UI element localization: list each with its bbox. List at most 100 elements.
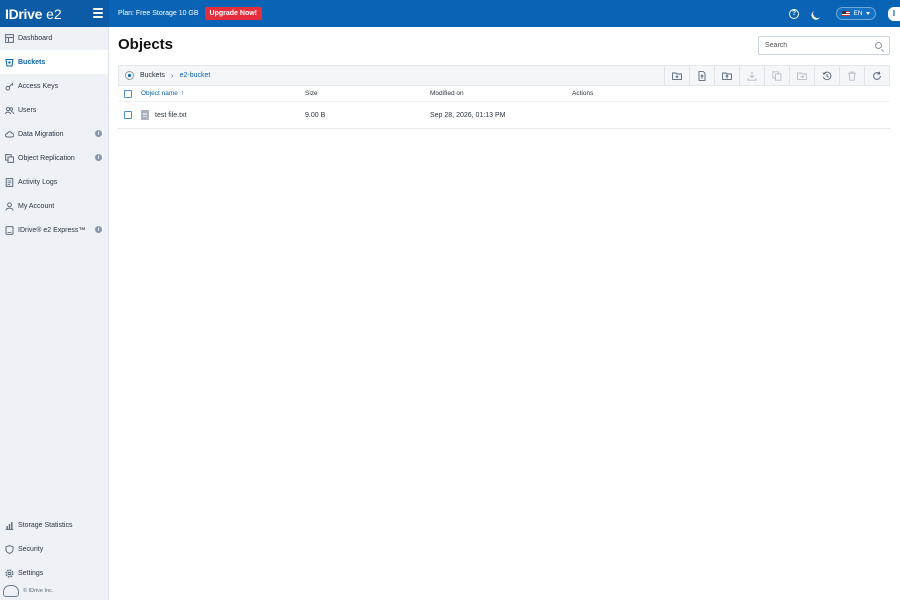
sidebar: Dashboard Buckets Access Keys Users Data… xyxy=(0,27,109,600)
sidebar-item-buckets[interactable]: Buckets xyxy=(0,50,108,74)
file-cell[interactable]: test file.txt xyxy=(141,110,187,120)
sidebar-item-access-keys[interactable]: Access Keys xyxy=(0,74,108,98)
sidebar-item-label: My Account xyxy=(18,202,55,210)
idrive-cloud-icon xyxy=(3,585,19,597)
dark-mode-icon[interactable] xyxy=(812,8,824,20)
sidebar-item-label: Data Migration xyxy=(18,130,64,138)
history-icon xyxy=(822,71,832,80)
download-icon xyxy=(747,71,757,81)
table-row[interactable]: test file.txt 9.00 B Sep 28, 2026, 01:13… xyxy=(118,102,890,129)
sidebar-item-label: Security xyxy=(18,545,44,553)
replication-icon xyxy=(5,153,14,163)
cloud-migration-icon xyxy=(5,130,14,139)
sidebar-item-label: Buckets xyxy=(18,58,46,66)
sidebar-item-label: Access Keys xyxy=(18,82,59,90)
column-size: Size xyxy=(305,90,318,97)
download-button[interactable] xyxy=(740,66,764,85)
logs-icon xyxy=(5,177,14,187)
sidebar-item-activity-logs[interactable]: Activity Logs xyxy=(0,170,108,194)
shield-icon xyxy=(5,544,14,554)
info-icon[interactable]: i xyxy=(95,226,102,233)
dashboard-icon xyxy=(5,33,14,43)
search-icon[interactable] xyxy=(875,42,882,49)
breadcrumb-buckets[interactable]: Buckets xyxy=(140,72,165,79)
sidebar-item-users[interactable]: Users xyxy=(0,98,108,122)
version-history-button[interactable] xyxy=(815,66,839,85)
upload-file-button[interactable] xyxy=(690,66,714,85)
top-bar: IDrive e2 Plan: Free Storage 10 GB Upgra… xyxy=(0,0,900,27)
delete-button[interactable] xyxy=(840,66,864,85)
sidebar-item-label: IDrive® e2 Express™ xyxy=(18,226,86,234)
page-title: Objects xyxy=(118,36,174,53)
gear-icon xyxy=(5,568,14,578)
sidebar-item-security[interactable]: Security xyxy=(0,537,108,561)
trash-icon xyxy=(848,71,856,81)
sidebar-item-label: Dashboard xyxy=(18,34,53,42)
copy-button[interactable] xyxy=(765,66,789,85)
avatar[interactable]: I xyxy=(888,6,900,21)
copy-icon xyxy=(772,70,782,81)
create-folder-button[interactable] xyxy=(665,66,689,85)
info-icon[interactable]: i xyxy=(95,130,102,137)
user-icon xyxy=(5,201,14,211)
search-input[interactable] xyxy=(765,42,870,49)
upgrade-button[interactable]: Upgrade Now! xyxy=(204,7,262,20)
sidebar-item-label: Object Replication xyxy=(18,154,75,162)
file-name[interactable]: test file.txt xyxy=(155,112,187,119)
key-icon xyxy=(5,81,14,91)
column-modified: Modified on xyxy=(430,90,464,97)
plan-label: Plan: Free Storage 10 GB xyxy=(118,10,199,17)
objects-table: Object name ↑ Size Modified on Actions t… xyxy=(118,86,890,129)
sidebar-item-storage-statistics[interactable]: Storage Statistics xyxy=(0,513,108,537)
sidebar-item-my-account[interactable]: My Account xyxy=(0,194,108,218)
file-size: 9.00 B xyxy=(305,111,326,119)
folder-upload-icon xyxy=(722,72,732,80)
info-icon[interactable]: i xyxy=(95,154,102,161)
express-icon xyxy=(5,225,14,235)
chevron-down-icon xyxy=(865,12,870,15)
objects-toolbar: Buckets › e2-bucket xyxy=(118,65,890,86)
row-checkbox[interactable] xyxy=(124,111,132,119)
column-label: Object name xyxy=(141,90,178,97)
action-toolbar xyxy=(664,66,889,85)
language-label: EN xyxy=(853,10,863,17)
select-all-checkbox[interactable] xyxy=(124,89,132,98)
chevron-right-icon: › xyxy=(170,71,174,80)
help-icon[interactable]: ? xyxy=(789,8,799,19)
file-upload-icon xyxy=(698,70,706,81)
file-modified: Sep 28, 2026, 01:13 PM xyxy=(430,111,506,119)
breadcrumb-bucket[interactable]: e2-bucket xyxy=(180,72,211,79)
folder-plus-icon xyxy=(672,72,682,80)
sort-ascending-icon: ↑ xyxy=(180,90,185,97)
upload-folder-button[interactable] xyxy=(715,66,739,85)
refresh-button[interactable] xyxy=(865,66,889,85)
logo: IDrive xyxy=(5,5,43,22)
bucket-home-icon xyxy=(125,71,134,80)
sidebar-item-data-migration[interactable]: Data Migration i xyxy=(0,122,108,146)
bucket-icon xyxy=(5,58,14,67)
sidebar-item-label: Activity Logs xyxy=(18,178,58,186)
column-object-name[interactable]: Object name ↑ xyxy=(141,90,184,97)
sidebar-item-label: Users xyxy=(18,106,37,114)
refresh-icon xyxy=(873,71,881,80)
sidebar-item-dashboard[interactable]: Dashboard xyxy=(0,26,108,50)
sidebar-item-label: Settings xyxy=(18,569,44,577)
hamburger-menu-icon[interactable] xyxy=(93,8,103,18)
folder-move-icon xyxy=(797,72,807,80)
logo-area: IDrive e2 xyxy=(0,0,109,27)
language-selector[interactable]: EN xyxy=(836,7,876,20)
text-file-icon xyxy=(141,110,149,120)
chart-icon xyxy=(5,521,14,530)
footer: © IDrive Inc. xyxy=(0,582,108,600)
sidebar-item-label: Storage Statistics xyxy=(18,521,73,529)
sidebar-item-e2-express[interactable]: IDrive® e2 Express™ i xyxy=(0,218,108,242)
table-header: Object name ↑ Size Modified on Actions xyxy=(118,86,890,102)
users-icon xyxy=(5,106,14,115)
main-content: Objects Buckets › e2-bucket xyxy=(109,27,900,600)
us-flag-icon xyxy=(842,11,851,16)
copyright: © IDrive Inc. xyxy=(23,588,54,594)
move-button[interactable] xyxy=(790,66,814,85)
column-actions: Actions xyxy=(572,90,594,97)
search-box[interactable] xyxy=(758,36,890,55)
sidebar-item-object-replication[interactable]: Object Replication i xyxy=(0,146,108,170)
